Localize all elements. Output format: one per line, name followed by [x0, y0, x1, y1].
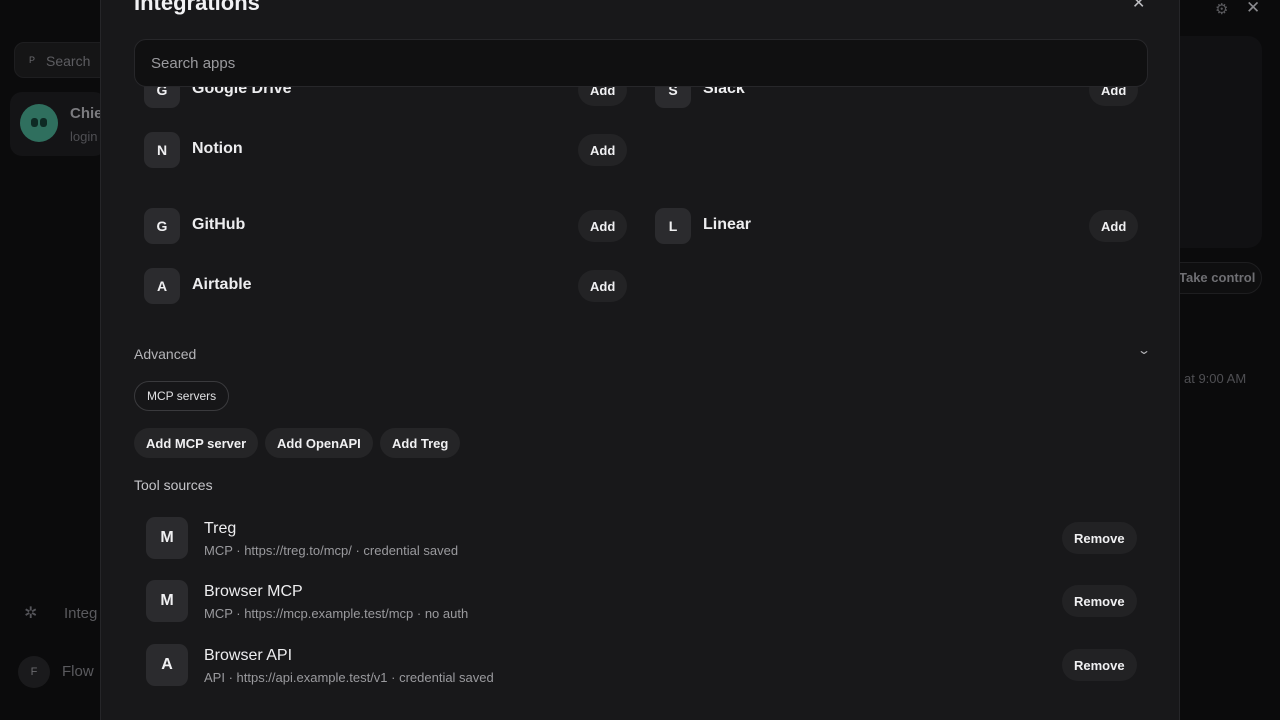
add-mcp-server-button[interactable]: Add MCP server: [134, 428, 259, 458]
tool-sources-label: Tool sources: [134, 477, 213, 493]
app-item-airtable: A Airtable Add: [144, 268, 628, 304]
remove-browser-mcp-button[interactable]: Remove: [1062, 585, 1137, 617]
tool-source-row: A Browser API API · https://api.example.…: [146, 644, 1138, 702]
bg-agent-sub: login: [70, 129, 98, 144]
add-airtable-button[interactable]: Add: [578, 270, 628, 302]
source-name: Treg: [204, 520, 237, 537]
remove-treg-button[interactable]: Remove: [1062, 522, 1137, 554]
advanced-section-label[interactable]: Advanced: [134, 346, 196, 362]
bg-timestamp: at 9:00 AM: [1184, 371, 1247, 386]
app-badge: N: [144, 132, 180, 168]
add-openapi-button[interactable]: Add OpenAPI: [265, 428, 373, 458]
modal-title: Integrations: [134, 0, 260, 15]
flow-avatar: F: [18, 656, 50, 688]
source-meta: API · https://api.example.test/v1 · cred…: [204, 670, 494, 685]
integrations-modal: Integrations ✕ G Google Drive Add S Slac…: [100, 0, 1180, 720]
tool-source-row: M Browser MCP MCP · https://mcp.example.…: [146, 580, 1138, 638]
tool-source-row: M Treg MCP · https://treg.to/mcp/ · cred…: [146, 517, 1138, 575]
bg-search-placeholder: Search: [46, 53, 91, 69]
app-name: Notion: [192, 140, 243, 157]
app-name: Airtable: [192, 276, 252, 293]
close-icon[interactable]: ✕: [1246, 0, 1260, 18]
mcp-servers-chip[interactable]: MCP servers: [134, 381, 230, 411]
chevron-down-icon[interactable]: ⌄: [1137, 343, 1151, 357]
remove-browser-api-button[interactable]: Remove: [1062, 649, 1137, 681]
app-item-notion: N Notion Add: [144, 132, 628, 168]
source-badge: M: [146, 580, 188, 622]
gear-icon[interactable]: ⚙: [1215, 0, 1228, 18]
source-meta: MCP · https://mcp.example.test/mcp · no …: [204, 606, 469, 621]
plug-icon: ✲: [24, 605, 38, 622]
app-badge: A: [144, 268, 180, 304]
close-icon[interactable]: ✕: [1132, 0, 1145, 13]
add-treg-button[interactable]: Add Treg: [380, 428, 461, 458]
source-badge: A: [146, 644, 188, 686]
source-meta: MCP · https://treg.to/mcp/ · credential …: [204, 543, 459, 558]
search-box: [134, 39, 1148, 87]
sidebar-item-label: Integ: [64, 605, 98, 622]
source-name: Browser API: [204, 647, 293, 664]
app-item-github: G GitHub Add: [144, 208, 628, 244]
app-item-linear: L Linear Add: [655, 208, 1139, 244]
app-badge: G: [144, 208, 180, 244]
bg-agent-name: Chie: [70, 105, 103, 122]
bg-search-prefix: P: [29, 55, 36, 65]
source-name: Browser MCP: [204, 583, 303, 600]
app-name: Linear: [703, 216, 752, 233]
source-badge: M: [146, 517, 188, 559]
add-linear-button[interactable]: Add: [1089, 210, 1139, 242]
search-apps-input[interactable]: [135, 40, 1147, 86]
avatar: [20, 104, 58, 142]
sidebar-item-label: Flow: [62, 663, 94, 680]
add-github-button[interactable]: Add: [578, 210, 628, 242]
bg-search-field[interactable]: P Search: [14, 42, 110, 78]
app-name: GitHub: [192, 216, 246, 233]
bg-agent-card[interactable]: Chie login: [10, 92, 106, 156]
add-notion-button[interactable]: Add: [578, 134, 628, 166]
take-control-label: Take control: [1179, 270, 1256, 285]
app-badge: L: [655, 208, 691, 244]
